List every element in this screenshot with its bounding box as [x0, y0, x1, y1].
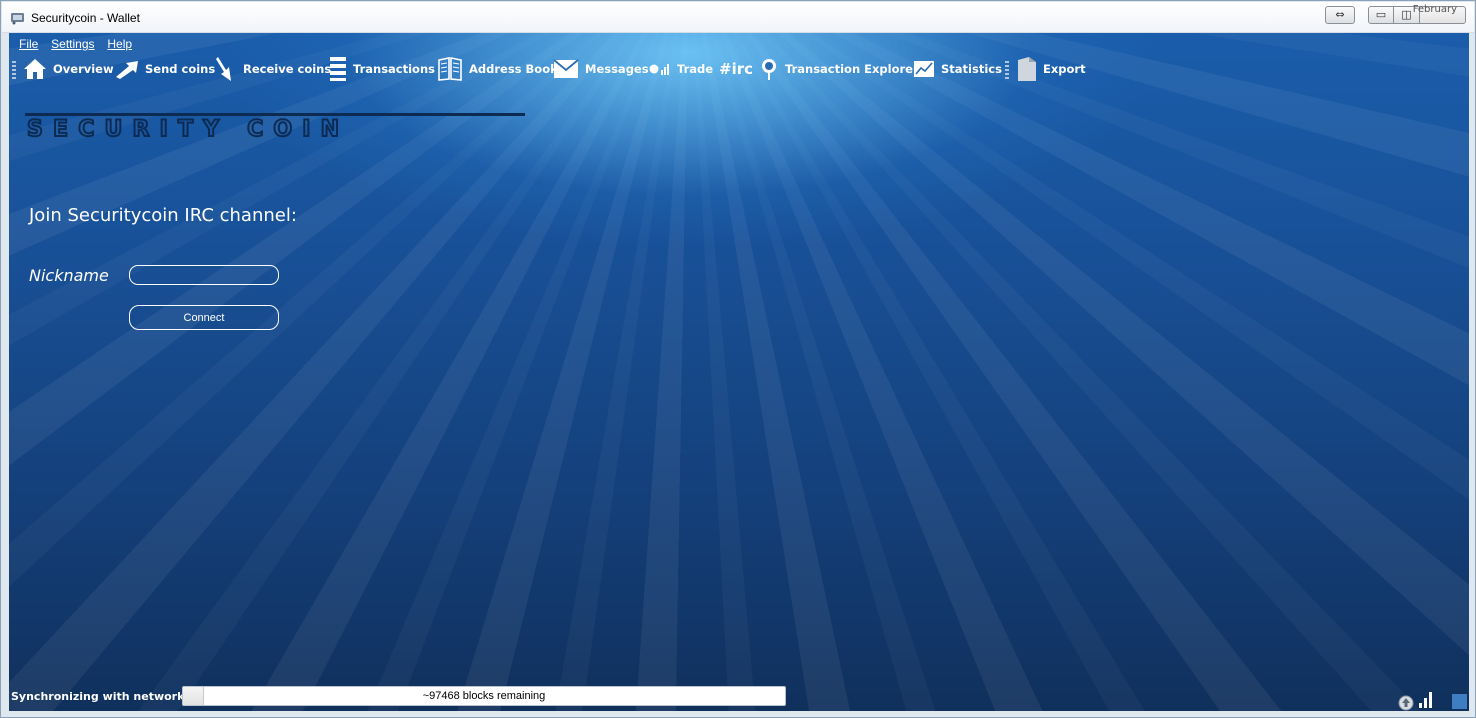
toolbar-address-book[interactable]: Address Book	[437, 55, 558, 83]
menu-file[interactable]: File	[19, 37, 38, 51]
connect-button[interactable]: Connect	[129, 305, 279, 330]
toolbar-export[interactable]: Export	[1017, 55, 1086, 83]
sync-progress-text: ~97468 blocks remaining	[422, 690, 546, 702]
book-icon	[437, 57, 463, 81]
securitycoin-logo: SECURITY COIN	[25, 113, 525, 139]
app-window: Securitycoin - Wallet ⇔ ▭ ◫ February Fil…	[0, 0, 1476, 718]
toolbar-messages[interactable]: Messages	[553, 55, 649, 83]
window-title: Securitycoin - Wallet	[31, 11, 140, 25]
menu-bar: File Settings Help	[19, 37, 141, 55]
close-button[interactable]: February	[1413, 4, 1466, 24]
magnifier-icon	[759, 57, 779, 81]
minimize-button[interactable]: ▭	[1368, 6, 1394, 24]
network-signal-icon	[1419, 692, 1432, 708]
list-icon	[329, 56, 347, 82]
title-bar[interactable]: Securitycoin - Wallet ⇔ ▭ ◫ February	[2, 2, 1474, 33]
toolbar-irc[interactable]: #irc	[719, 55, 753, 83]
irc-heading: Join Securitycoin IRC channel:	[29, 205, 297, 226]
toolbar: Overview Send coins Receive coins Transa…	[11, 55, 1111, 83]
resize-grip[interactable]	[1452, 694, 1467, 709]
envelope-icon	[553, 59, 579, 79]
receive-arrow-icon	[215, 56, 237, 82]
toolbar-transaction-explorer[interactable]: Transaction Explorer	[759, 55, 919, 83]
trade-chart-icon	[649, 62, 671, 76]
status-bar: Synchronizing with network... ~97468 blo…	[9, 685, 1469, 711]
svg-text:SECURITY COIN: SECURITY COIN	[27, 117, 345, 139]
toolbar-transactions[interactable]: Transactions	[329, 55, 435, 83]
toolbar-receive-coins[interactable]: Receive coins	[215, 55, 331, 83]
overflow-text: February	[1412, 4, 1457, 15]
toolbar-trade[interactable]: Trade	[649, 55, 713, 83]
toolbar-overview[interactable]: Overview	[23, 55, 114, 83]
home-icon	[23, 57, 47, 81]
main-area: File Settings Help Overview Send coins R…	[9, 33, 1469, 711]
menu-help[interactable]: Help	[107, 37, 132, 51]
sync-arrow-icon	[1398, 695, 1414, 711]
nickname-input[interactable]	[129, 265, 279, 285]
send-arrow-icon	[115, 59, 139, 79]
snap-resize-button[interactable]: ⇔	[1325, 6, 1355, 24]
statistics-chart-icon	[913, 60, 935, 78]
toolbar-grip-2[interactable]	[1005, 61, 1009, 79]
menu-settings[interactable]: Settings	[51, 37, 94, 51]
toolbar-statistics[interactable]: Statistics	[913, 55, 1002, 83]
sync-status-label: Synchronizing with network...	[11, 690, 197, 703]
irc-icon: #irc	[719, 60, 753, 78]
app-icon	[11, 13, 24, 25]
toolbar-grip[interactable]	[12, 61, 16, 79]
nickname-label: Nickname	[29, 266, 109, 285]
document-export-icon	[1017, 56, 1037, 82]
toolbar-send-coins[interactable]: Send coins	[115, 55, 215, 83]
sync-progress-bar: ~97468 blocks remaining	[182, 686, 786, 706]
